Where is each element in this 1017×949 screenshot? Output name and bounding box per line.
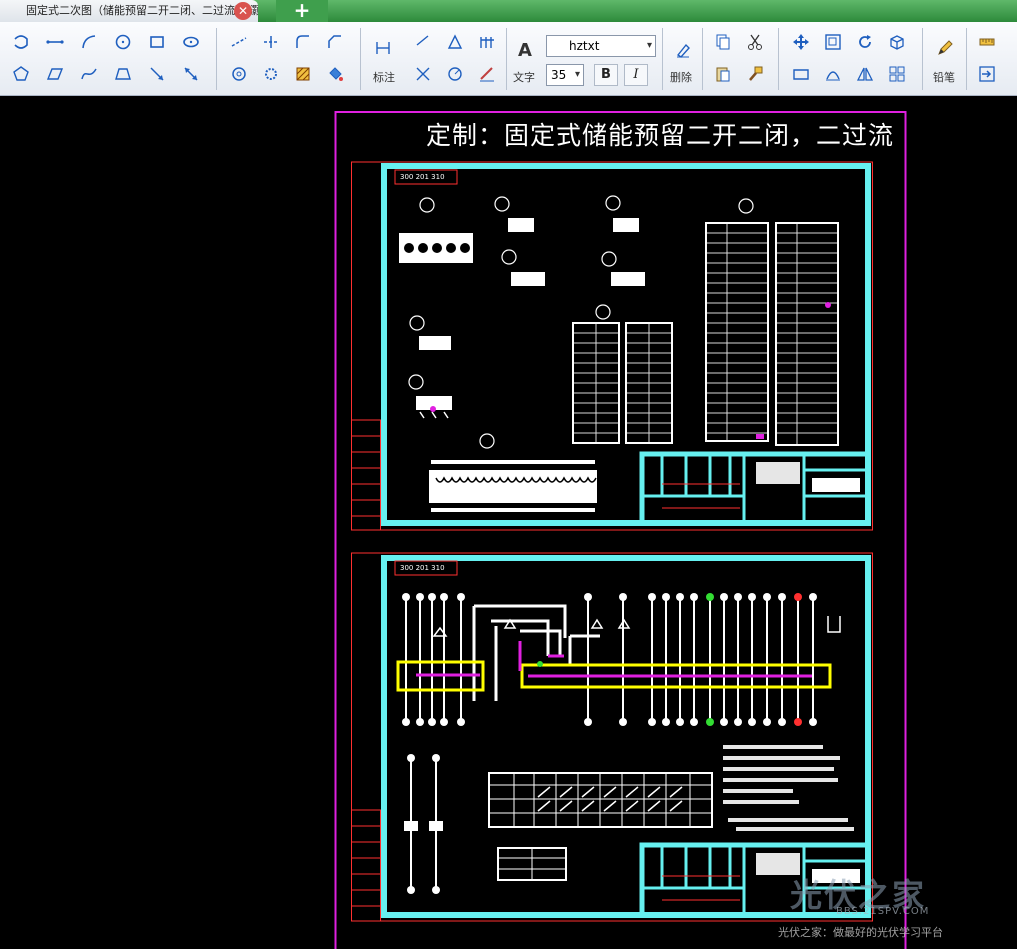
gear-icon[interactable] [258,62,284,86]
ribbon-toolbar: 标注 A 文字 hztxt ▾ 35 ▾ B I 删除 铅笔 [0,22,1017,96]
polygon-icon[interactable] [8,62,34,86]
chamfer-icon[interactable] [322,30,348,54]
text-label: 文字 [513,71,535,84]
svg-text:300 201 310: 300 201 310 [400,173,445,181]
delete-label: 删除 [670,71,692,84]
circle-icon[interactable] [110,30,136,54]
font-select-value: hztxt [569,39,600,53]
polyline-icon[interactable] [8,30,34,54]
offset-icon[interactable] [820,62,846,86]
mirror-icon[interactable] [852,62,878,86]
document-tab[interactable]: 固定式二次图（储能预留二开二闭、二过流）-灏 [0,0,258,22]
annotate-label: 标注 [373,71,395,84]
svg-text:300 201 310: 300 201 310 [400,564,445,572]
angle-dimension-icon[interactable] [442,30,468,54]
drawing-canvas[interactable]: 300 201 310 300 201 310 定制：固定式储能预留二开二闭，二… [0,96,1017,949]
chevron-down-icon: ▾ [646,40,652,51]
font-size-value: 35 [551,68,567,82]
array-icon[interactable] [884,62,910,86]
hatch-icon[interactable] [290,62,316,86]
pencil-label: 铅笔 [933,71,955,84]
italic-button[interactable]: I [624,64,648,86]
paste-icon[interactable] [710,62,736,86]
eraser-icon[interactable] [670,38,696,62]
trim-icon[interactable] [258,30,284,54]
ribbon-separator [922,28,923,90]
arrow-line-icon[interactable] [144,62,170,86]
text-icon[interactable]: A [512,38,538,62]
fill-bucket-icon[interactable] [322,62,348,86]
extend-icon[interactable] [226,30,252,54]
scale-icon[interactable] [820,30,846,54]
continuous-dimension-icon[interactable] [474,30,500,54]
tab-bar: 固定式二次图（储能预留二开二闭、二过流）-灏 ✕ + [0,0,1017,22]
chevron-down-icon: ▾ [574,69,580,80]
spline-icon[interactable] [76,62,102,86]
ribbon-separator [360,28,361,90]
rotate-icon[interactable] [226,62,252,86]
refresh-icon[interactable] [852,30,878,54]
stretch-icon[interactable] [788,62,814,86]
move-icon[interactable] [788,30,814,54]
watermark-url: BBS.21SPV.COM [836,906,930,917]
arc-icon[interactable] [76,30,102,54]
ribbon-separator [216,28,217,90]
copy-icon[interactable] [710,30,736,54]
ribbon-separator [662,28,663,90]
ellipse-icon[interactable] [178,30,204,54]
document-tab-title: 固定式二次图（储能预留二开二闭、二过流）-灏 [26,4,258,17]
pencil-icon[interactable] [932,36,958,60]
trapezoid-icon[interactable] [110,62,136,86]
new-tab-button[interactable]: + [276,0,328,22]
ribbon-separator [966,28,967,90]
ribbon-separator [506,28,507,90]
watermark-slogan: 光伏之家：做最好的光伏学习平台 [778,926,943,939]
leader-icon[interactable] [410,62,436,86]
edit-dimension-icon[interactable] [474,62,500,86]
import-icon[interactable] [974,62,1000,86]
format-brush-icon[interactable] [742,62,768,86]
ribbon-separator [778,28,779,90]
cad-drawing: 300 201 310 300 201 310 [334,111,907,949]
radius-dimension-icon[interactable] [442,62,468,86]
parallelogram-icon[interactable] [42,62,68,86]
font-select[interactable]: hztxt ▾ [546,35,656,57]
ruler-icon[interactable] [974,30,1000,54]
fillet-icon[interactable] [290,30,316,54]
dimension-icon[interactable] [370,36,396,60]
bold-button[interactable]: B [594,64,618,86]
aligned-dimension-icon[interactable] [410,30,436,54]
scissors-icon[interactable] [742,30,768,54]
line-icon[interactable] [42,30,68,54]
close-tab-icon[interactable]: ✕ [234,2,252,20]
drawing-title: 定制：固定式储能预留二开二闭，二过流 [426,121,895,150]
3d-box-icon[interactable] [884,30,910,54]
ribbon-separator [702,28,703,90]
rectangle-icon[interactable] [144,30,170,54]
cad-app-window: 固定式二次图（储能预留二开二闭、二过流）-灏 ✕ + 标注 A 文字 hztxt… [0,0,1017,949]
font-size-select[interactable]: 35 ▾ [546,64,584,86]
double-arrow-icon[interactable] [178,62,204,86]
